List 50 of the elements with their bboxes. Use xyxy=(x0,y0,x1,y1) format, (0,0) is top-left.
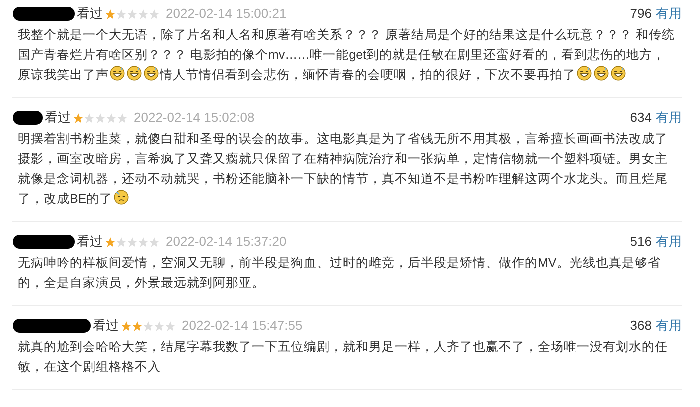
review-text: 就真的尬到会哈哈大笑，结尾字幕我数了一下五位编剧，就和男足一样，人齐了也赢不了，全场唯一没有划水的任敏，在这个剧组格格不入 xyxy=(17,339,669,376)
watched-label: 看过 xyxy=(45,109,71,128)
star-icon xyxy=(105,236,116,248)
star-icon xyxy=(116,236,127,248)
review-text: 明摆着割书粉韭菜，就傻白甜和圣母的误会的故事。这电影真是为了省钱无所不用其极，言希擅长画画书法改成了摄影，画室改暗房，言希疯了又聋又瘸就只保留了在精神病院治疗和一张病单，定情信物就一个塑料项链。男女主就像是念词机器，还动不动就哭，书粉还能脑补一下缺的情节，真不知道不是书粉咋理解这两个水龙头。而且烂尾了，改成BE的了 xyxy=(17,131,669,208)
star-icon xyxy=(154,320,165,332)
vote-count: 368 xyxy=(630,317,652,336)
star-icon xyxy=(95,112,106,124)
review-time: 2022-02-14 15:00:21 xyxy=(166,5,287,24)
star-icon xyxy=(127,8,138,20)
vote-count: 516 xyxy=(630,233,652,252)
review-text: 我整个就是一个大无语，除了片名和人名和原著有啥关系？？？ 原著结局是个好的结果这是什么玩意？？？ 和传统国产青春烂片有啥区别？？？ 电影拍的像个mv……唯一能get到的就是任敏在剧里还蛮好看的，看到悲伤的地方，原谅我笑出了声 情人节情侣看到会悲伤，缅怀青春的会哽咽，拍的很好，下次不要再拍了 xyxy=(17,27,676,84)
helpful-link[interactable]: 有用 xyxy=(656,4,682,24)
star-icon xyxy=(138,236,149,248)
star-icon xyxy=(73,112,84,124)
star-icon xyxy=(165,320,176,332)
star-icon xyxy=(117,112,128,124)
star-icon xyxy=(127,236,138,248)
watched-label: 看过 xyxy=(77,5,103,24)
watched-label: 看过 xyxy=(93,317,119,336)
star-icon xyxy=(84,112,95,124)
vote-count: 634 xyxy=(630,109,652,128)
helpful-link[interactable]: 有用 xyxy=(656,232,682,252)
redaction-bar xyxy=(13,111,43,125)
star-icon xyxy=(105,8,116,20)
star-icon xyxy=(143,320,154,332)
sad-face-emoji-icon xyxy=(114,190,129,205)
helpful-link[interactable]: 有用 xyxy=(656,108,682,128)
star-icon xyxy=(116,8,127,20)
helpful-link[interactable]: 有用 xyxy=(656,316,682,336)
grinning-sweat-emoji-icon xyxy=(594,66,609,81)
grinning-sweat-emoji-icon xyxy=(127,66,142,81)
grinning-sweat-emoji-icon xyxy=(577,66,592,81)
star-icon xyxy=(149,236,160,248)
review-text: 无病呻吟的样板间爱情，空洞又无聊，前半段是狗血、过时的雌竞，后半段是矫情、做作的MV。光线也真是够省的，全是自家演员，外景最远就到阿那亚。 xyxy=(17,255,662,292)
star-icon xyxy=(121,320,132,332)
review-time: 2022-02-14 15:47:55 xyxy=(182,317,303,336)
grinning-sweat-emoji-icon xyxy=(110,66,125,81)
grinning-sweat-emoji-icon xyxy=(144,66,159,81)
star-icon xyxy=(138,8,149,20)
review-time: 2022-02-14 15:02:08 xyxy=(134,109,255,128)
watched-label: 看过 xyxy=(77,233,103,252)
vote-count: 796 xyxy=(630,5,652,24)
star-icon xyxy=(149,8,160,20)
redaction-bar xyxy=(13,7,75,21)
grinning-sweat-emoji-icon xyxy=(611,66,626,81)
star-icon xyxy=(106,112,117,124)
star-icon xyxy=(132,320,143,332)
redaction-bar xyxy=(13,235,75,249)
review-time: 2022-02-14 15:37:20 xyxy=(166,233,287,252)
